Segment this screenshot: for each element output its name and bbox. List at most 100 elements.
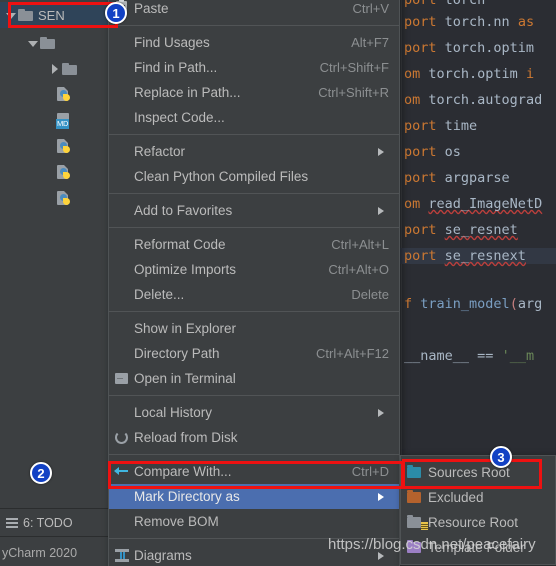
submenu-item-resource-root[interactable]: Resource Root [401,510,555,535]
submenu-arrow-icon [375,406,389,420]
menu-item-shortcut: Ctrl+D [351,464,389,479]
menu-item-show-in-explorer[interactable]: Show in Explorer [109,316,399,341]
sources-root-folder-icon [406,464,428,481]
annotation-badge-1: 1 [105,2,127,24]
menu-item-label: Reformat Code [134,237,226,252]
menu-item-refactor[interactable]: Refactor [109,139,399,164]
menu-separator [109,193,399,194]
menu-item-label: Reload from Disk [134,430,238,445]
blank-icon [112,345,134,363]
menu-item-find-in-path[interactable]: Find in Path... Ctrl+Shift+F [109,55,399,80]
blank-icon [112,84,134,102]
tree-item-label: SEN [38,7,65,23]
todo-tool-window-button[interactable]: 6: TODO [0,511,116,535]
menu-item-label: Compare With... [134,464,232,479]
menu-item-reformat-code[interactable]: Reformat Code Ctrl+Alt+L [109,232,399,257]
menu-item-directory-path[interactable]: Directory Path Ctrl+Alt+F12 [109,341,399,366]
submenu-item-label: Resource Root [428,515,519,530]
divider [0,508,116,509]
tree-item-sen[interactable]: SEN [0,2,108,28]
blank-icon [112,286,134,304]
chevron-right-icon[interactable] [48,62,62,76]
menu-item-label: Clean Python Compiled Files [134,169,309,184]
tree-item-python-4[interactable] [0,186,72,212]
submenu-arrow-icon [375,490,389,504]
blank-icon [112,488,134,506]
menu-item-shortcut: Ctrl+Alt+L [331,237,389,252]
python-file-icon [56,139,72,155]
blank-icon [112,168,134,186]
menu-item-label: Local History [134,405,213,420]
python-file-icon [56,191,72,207]
menu-item-shortcut: Ctrl+Shift+R [318,85,389,100]
menu-item-shortcut: Alt+F7 [351,35,389,50]
tree-item-python-1[interactable] [0,82,72,108]
menu-item-label: Delete... [134,287,185,302]
menu-item-label: Remove BOM [134,514,219,529]
terminal-icon [112,368,134,388]
reload-icon [112,429,134,447]
menu-item-paste[interactable]: Paste Ctrl+V [109,0,399,21]
diagram-icon [112,547,134,565]
menu-item-label: Find Usages [134,35,210,50]
menu-separator [109,395,399,396]
menu-item-shortcut: Ctrl+Shift+F [319,60,389,75]
menu-item-label: Optimize Imports [134,262,237,277]
tree-item-folder-2[interactable] [0,30,56,56]
folder-icon [40,36,56,50]
submenu-item-excluded[interactable]: Excluded [401,485,555,510]
markdown-file-icon: MD [56,113,72,129]
folder-icon [18,8,34,22]
menu-item-add-to-favorites[interactable]: Add to Favorites [109,198,399,223]
menu-item-mark-directory-as[interactable]: Mark Directory as [109,484,399,509]
compare-icon [112,463,134,481]
menu-item-compare-with[interactable]: Compare With... Ctrl+D [109,459,399,484]
menu-item-delete[interactable]: Delete... Delete [109,282,399,307]
menu-item-shortcut: Ctrl+Alt+O [328,262,389,277]
menu-item-label: Add to Favorites [134,203,233,218]
menu-item-shortcut: Delete [351,287,389,302]
menu-item-local-history[interactable]: Local History [109,400,399,425]
excluded-folder-icon [406,489,428,506]
tree-item-markdown[interactable]: MD [0,108,72,134]
context-menu[interactable]: Paste Ctrl+V Find Usages Alt+F7 Find in … [108,0,400,566]
watermark-text: https://blog.csdn.net/peacefairy [328,536,536,553]
menu-item-label: Refactor [134,144,186,159]
blank-icon [112,404,134,422]
annotation-badge-3: 3 [490,446,512,468]
menu-item-label: Mark Directory as [134,489,240,504]
menu-item-label: Directory Path [134,346,220,361]
menu-item-shortcut: Ctrl+Alt+F12 [316,346,389,361]
python-file-icon [56,87,72,103]
menu-item-replace-in-path[interactable]: Replace in Path... Ctrl+Shift+R [109,80,399,105]
menu-item-label: Find in Path... [134,60,218,75]
tree-item-python-2[interactable] [0,134,72,160]
menu-item-open-in-terminal[interactable]: Open in Terminal [109,366,399,391]
blank-icon [112,59,134,77]
menu-item-find-usages[interactable]: Find Usages Alt+F7 [109,30,399,55]
menu-item-remove-bom[interactable]: Remove BOM [109,509,399,534]
menu-item-clean-python-compiled-files[interactable]: Clean Python Compiled Files [109,164,399,189]
menu-item-inspect-code[interactable]: Inspect Code... [109,105,399,130]
chevron-down-icon[interactable] [26,36,40,50]
tree-item-python-3[interactable] [0,160,72,186]
tree-item-folder-3[interactable] [0,56,78,82]
menu-item-label: Paste [134,1,169,16]
chevron-down-icon[interactable] [4,8,18,22]
screen-root: port torch port torch.nn as port torch.o… [0,0,556,566]
submenu-arrow-icon [375,204,389,218]
todo-list-icon [6,518,18,528]
menu-separator [109,25,399,26]
blank-icon [112,320,134,338]
menu-separator [109,134,399,135]
menu-item-optimize-imports[interactable]: Optimize Imports Ctrl+Alt+O [109,257,399,282]
todo-label: 6: TODO [23,516,73,530]
menu-item-label: Open in Terminal [134,371,236,386]
submenu-arrow-icon [375,145,389,159]
menu-item-reload-from-disk[interactable]: Reload from Disk [109,425,399,450]
menu-separator [109,311,399,312]
submenu-item-sources-root[interactable]: Sources Root [401,460,555,485]
blank-icon [112,109,134,127]
project-tree[interactable]: SEN MD [0,0,116,508]
submenu-item-label: Excluded [428,490,484,505]
